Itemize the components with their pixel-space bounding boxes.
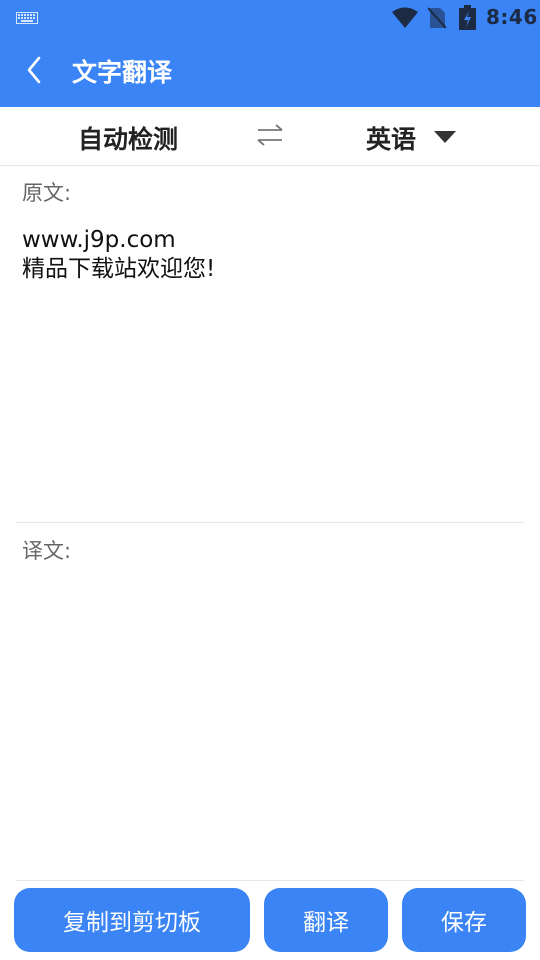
app-header: 8:46 文字翻译	[0, 0, 540, 107]
result-label: 译文:	[22, 539, 72, 563]
target-language-selector[interactable]: 英语	[366, 120, 416, 156]
language-bar: 自动检测 英语	[0, 107, 540, 166]
chevron-left-icon	[27, 56, 41, 84]
wifi-icon	[392, 7, 418, 28]
save-button[interactable]: 保存	[402, 888, 526, 952]
no-sim-icon	[428, 7, 446, 29]
battery-charging-icon	[459, 5, 476, 30]
back-button[interactable]	[20, 52, 52, 88]
status-bar: 8:46	[0, 0, 540, 36]
bottom-divider	[16, 880, 524, 881]
section-divider	[16, 522, 524, 523]
source-label: 原文:	[22, 181, 72, 205]
translate-button[interactable]: 翻译	[264, 888, 388, 952]
caret-down-icon[interactable]	[434, 131, 456, 143]
source-language-selector[interactable]: 自动检测	[78, 120, 178, 156]
page-title: 文字翻译	[72, 58, 173, 87]
translation-result	[22, 580, 518, 860]
keyboard-icon	[16, 12, 38, 24]
swap-arrows-icon[interactable]	[255, 123, 285, 147]
status-time: 8:46	[486, 5, 538, 29]
source-text-input[interactable]: www.j9p.com 精品下载站欢迎您!	[22, 226, 518, 506]
copy-to-clipboard-button[interactable]: 复制到剪切板	[14, 888, 250, 952]
